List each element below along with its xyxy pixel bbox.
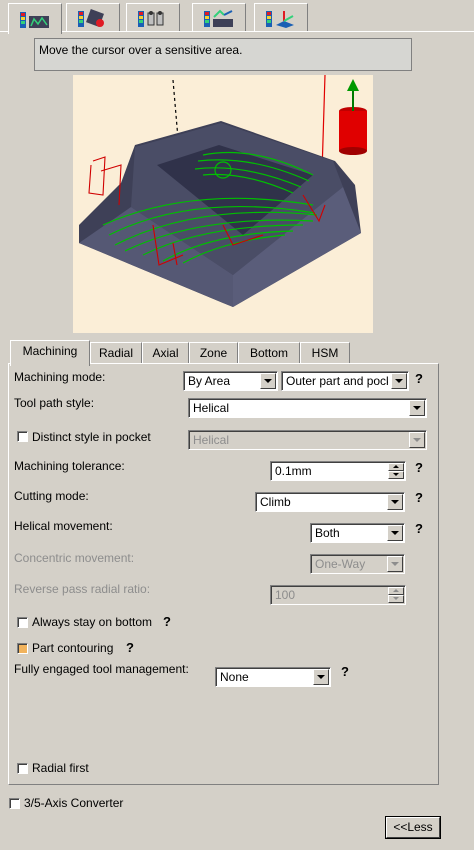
reverse-pass-label: Reverse pass radial ratio: xyxy=(14,582,151,596)
machining-tolerance-label: Machining tolerance: xyxy=(14,459,125,473)
concentric-movement-label: Concentric movement: xyxy=(14,551,135,565)
help-helical-movement[interactable]: ? xyxy=(415,521,423,536)
strategy-preview-image[interactable] xyxy=(73,74,373,333)
chevron-down-icon[interactable] xyxy=(313,669,329,685)
machining-tolerance-value: 0.1mm xyxy=(275,464,312,478)
chevron-down-icon[interactable] xyxy=(391,373,407,389)
always-stay-label: Always stay on bottom xyxy=(32,615,153,629)
tab-bottom[interactable]: Bottom xyxy=(238,342,300,364)
chevron-down-icon[interactable] xyxy=(387,525,403,541)
help-always-stay[interactable]: ? xyxy=(163,614,171,629)
chevron-down-icon xyxy=(409,432,425,448)
chevron-down-icon xyxy=(387,556,403,572)
spin-down-icon[interactable] xyxy=(388,471,404,479)
status-message: Move the cursor over a sensitive area. xyxy=(34,38,412,71)
machining-mode-select[interactable]: By Area xyxy=(183,371,278,391)
machining-mode-value: By Area xyxy=(188,374,231,388)
helical-movement-value: Both xyxy=(315,526,340,540)
spin-down-icon xyxy=(388,595,404,603)
strategy-parameters-icon xyxy=(20,12,49,28)
machining-mode-label: Machining mode: xyxy=(14,370,106,384)
cutting-mode-label: Cutting mode: xyxy=(14,489,89,503)
help-part-contouring[interactable]: ? xyxy=(126,640,134,655)
tab-radial[interactable]: Radial xyxy=(90,342,142,364)
machining-panel xyxy=(8,363,439,785)
fully-engaged-value: None xyxy=(220,670,249,684)
chevron-down-icon[interactable] xyxy=(387,494,403,510)
fully-engaged-select[interactable]: None xyxy=(215,667,331,687)
spin-up-icon[interactable] xyxy=(388,463,404,471)
chevron-down-icon[interactable] xyxy=(260,373,276,389)
tab-divider xyxy=(0,31,474,32)
always-stay-checkbox[interactable] xyxy=(17,617,28,628)
macro-data-icon xyxy=(204,9,233,27)
tab-geometry[interactable] xyxy=(254,3,308,31)
fully-engaged-label: Fully engaged tool management: xyxy=(14,662,189,676)
help-machining-tolerance[interactable]: ? xyxy=(415,460,423,475)
helical-movement-select[interactable]: Both xyxy=(310,523,405,543)
machining-tolerance-input[interactable]: 0.1mm xyxy=(270,461,406,481)
tab-axial[interactable]: Axial xyxy=(142,342,189,364)
cutting-tool xyxy=(339,79,367,155)
help-machining-mode[interactable]: ? xyxy=(415,371,423,386)
part-contouring-checkbox[interactable] xyxy=(17,643,28,654)
radial-first-checkbox[interactable] xyxy=(17,763,28,774)
concentric-movement-select: One-Way xyxy=(310,554,405,574)
machining-mode-area-value: Outer part and pock xyxy=(286,374,388,388)
tool-parameters-icon xyxy=(78,8,104,27)
tab-macro-data[interactable] xyxy=(192,3,246,31)
feeds-speeds-icon xyxy=(138,10,164,27)
distinct-style-value: Helical xyxy=(193,433,230,447)
distinct-style-checkbox[interactable] xyxy=(17,431,28,442)
radial-first-label: Radial first xyxy=(32,761,89,775)
converter-label: 3/5-Axis Converter xyxy=(24,796,124,810)
helical-movement-label: Helical movement: xyxy=(14,519,113,533)
distinct-style-label: Distinct style in pocket xyxy=(32,430,151,444)
part-toolpath-illustration xyxy=(79,74,367,307)
tab-tool-parameters[interactable] xyxy=(66,3,120,31)
converter-checkbox[interactable] xyxy=(9,798,20,809)
machining-mode-area-select[interactable]: Outer part and pock xyxy=(281,371,409,391)
help-cutting-mode[interactable]: ? xyxy=(415,490,423,505)
tab-hsm[interactable]: HSM xyxy=(300,342,350,364)
distinct-style-select: Helical xyxy=(188,430,427,450)
less-button[interactable]: <<Less xyxy=(385,816,441,839)
tool-path-style-label: Tool path style: xyxy=(14,396,95,410)
tool-path-style-value: Helical xyxy=(193,401,230,415)
concentric-movement-value: One-Way xyxy=(315,557,366,571)
part-contouring-label: Part contouring xyxy=(32,641,114,655)
help-fully-engaged[interactable]: ? xyxy=(341,664,349,679)
reverse-pass-value: 100 xyxy=(275,588,296,602)
tab-machining[interactable]: Machining xyxy=(10,340,90,366)
tool-path-style-select[interactable]: Helical xyxy=(188,398,427,418)
spin-up-icon xyxy=(388,587,404,595)
tab-zone[interactable]: Zone xyxy=(189,342,238,364)
cutting-mode-value: Climb xyxy=(260,495,291,509)
geometry-icon xyxy=(266,10,294,28)
cutting-mode-select[interactable]: Climb xyxy=(255,492,405,512)
tab-feeds-speeds[interactable] xyxy=(126,3,180,31)
chevron-down-icon[interactable] xyxy=(409,400,425,416)
tab-strategy-parameters[interactable] xyxy=(8,3,62,34)
reverse-pass-input: 100 xyxy=(270,585,406,605)
